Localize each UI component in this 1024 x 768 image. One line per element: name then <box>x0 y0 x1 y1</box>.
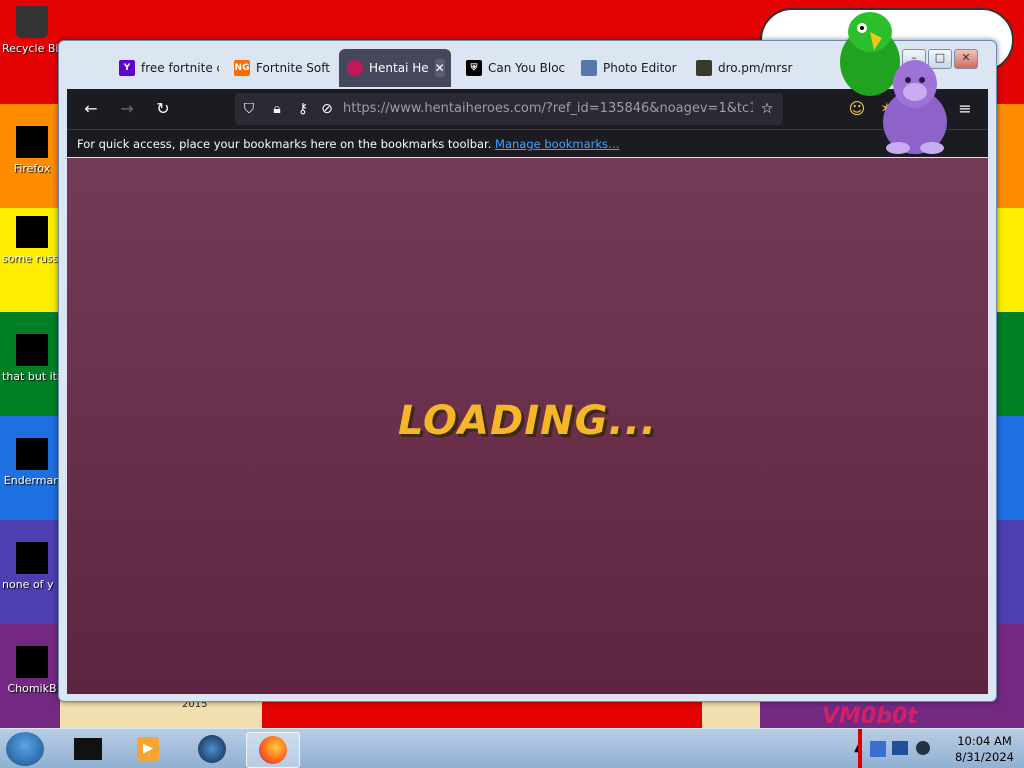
desktop-icon-chrome[interactable]: none of y retards kn <box>2 542 62 591</box>
page-content: LOADING... <box>67 158 988 694</box>
menu-icon[interactable]: ≡ <box>953 97 977 121</box>
back-icon[interactable]: ← <box>79 97 103 121</box>
tab-hentai-heroes[interactable]: Hentai He ✕ <box>339 49 451 87</box>
desktop-icon-label: ChomikB <box>7 682 57 695</box>
url-path: /?ref_id=135846&noagev=1&tc1=t <box>541 101 753 116</box>
firefox-icon <box>16 126 48 158</box>
url-host: https://www.hentaiheroes.com <box>343 101 542 116</box>
desktop-icon-enderman[interactable]: Enderman <box>2 438 62 487</box>
tab-title: Photo Editor <box>603 61 677 75</box>
volume-icon[interactable] <box>916 741 930 755</box>
desktop-icon-label: none of y retards kn <box>2 578 62 591</box>
application-icon <box>74 738 102 760</box>
desktop-icon-label: Enderman <box>3 474 61 487</box>
photo-icon <box>581 60 597 76</box>
system-tray: ▲ 10:04 AM 8/31/2024 <box>844 729 1024 768</box>
tab-title: Can You Bloc <box>488 61 566 75</box>
clock-date: 8/31/2024 <box>955 750 1014 764</box>
hh-icon <box>347 60 363 76</box>
desktop-icon-recycle-bin[interactable]: Recycle Bin <box>2 6 62 55</box>
bookmarks-toolbar: For quick access, place your bookmarks h… <box>67 129 988 157</box>
taskbar: ▶ ▲ 10:04 AM 8/31/2024 <box>0 728 1024 768</box>
tab-can-you-block[interactable]: ⛨ Can You Bloc <box>458 49 566 87</box>
url-text[interactable]: https://www.hentaiheroes.com/?ref_id=135… <box>343 101 753 116</box>
document-icon <box>16 216 48 248</box>
desktop-icon-label: Firefox <box>13 162 51 175</box>
application-icon <box>16 438 48 470</box>
manage-bookmarks-link[interactable]: Manage bookmarks… <box>495 137 620 151</box>
tab-title: free fortnite c <box>141 61 219 75</box>
shield-icon: ⛨ <box>466 60 482 76</box>
chomikbox-icon <box>16 646 48 678</box>
wallpaper-cartoon-red <box>262 700 702 728</box>
autoplay-blocked-icon[interactable]: ⊘ <box>317 99 337 119</box>
bookmark-star-icon[interactable]: ☆ <box>757 99 777 119</box>
action-center-icon[interactable] <box>892 741 908 755</box>
taskbar-firefox[interactable] <box>246 732 300 768</box>
tab-photo-editor[interactable]: Photo Editor <box>573 49 681 87</box>
folder-icon <box>16 334 48 366</box>
wallpaper-signature: VM0b0t <box>822 704 918 729</box>
tray-divider <box>858 729 862 768</box>
browser-window: Y free fortnite c NG Fortnite Soft Henta… <box>58 40 997 702</box>
bonzi-mascot-icon[interactable] <box>878 56 952 156</box>
taskbar-app-3[interactable] <box>186 732 238 766</box>
tab-fortnite-soft[interactable]: NG Fortnite Soft <box>226 49 334 87</box>
tab-title: Hentai He <box>369 61 429 75</box>
yahoo-icon: Y <box>119 60 135 76</box>
extension-icon[interactable]: ☺ <box>845 97 869 121</box>
bookmarks-message: For quick access, place your bookmarks h… <box>77 137 492 151</box>
ng-icon: NG <box>234 60 250 76</box>
close-icon[interactable]: ✕ <box>434 59 445 77</box>
forward-icon[interactable]: → <box>115 97 139 121</box>
address-bar[interactable]: ⛉ 🔒︎ ⚷ ⊘ https://www.hentaiheroes.com/?r… <box>235 93 783 125</box>
recycle-bin-icon <box>16 6 48 38</box>
media-player-icon: ▶ <box>137 737 159 761</box>
tab-title: dro.pm/mrsr <box>718 61 793 75</box>
start-button[interactable] <box>6 732 44 766</box>
loading-text: LOADING... <box>397 398 657 444</box>
clock-time: 10:04 AM <box>957 734 1012 748</box>
desktop-icon-label: Recycle Bin <box>2 42 62 55</box>
close-window-button[interactable]: ✕ <box>954 49 978 69</box>
tab-free-fortnite[interactable]: Y free fortnite c <box>111 49 219 87</box>
tracking-protection-icon[interactable]: ⛉ <box>239 99 259 119</box>
clock[interactable]: 10:04 AM 8/31/2024 <box>955 733 1014 765</box>
taskbar-app-1[interactable] <box>62 732 114 766</box>
desktop-icon-label: that but its <box>2 370 62 383</box>
firefox-icon <box>259 736 287 764</box>
desktop-icon-firefox[interactable]: Firefox <box>2 126 62 175</box>
browser-icon <box>16 542 48 574</box>
tab-dro-pm[interactable]: dro.pm/mrsr <box>688 49 796 87</box>
desktop-icon-label: some russian a rat <box>2 252 62 265</box>
tab-title: Fortnite Soft <box>256 61 330 75</box>
lock-icon[interactable]: 🔒︎ <box>267 99 287 119</box>
network-icon[interactable] <box>870 741 886 757</box>
dro-icon <box>696 60 712 76</box>
globe-icon <box>198 735 226 763</box>
taskbar-media-player[interactable]: ▶ <box>122 732 174 766</box>
reload-icon[interactable]: ↻ <box>151 97 175 121</box>
desktop-icon-document[interactable]: some russian a rat <box>2 216 62 265</box>
desktop-icon-chomikbox[interactable]: ChomikB <box>2 646 62 695</box>
desktop-icon-folder[interactable]: that but its <box>2 334 62 383</box>
permissions-icon[interactable]: ⚷ <box>293 99 313 119</box>
